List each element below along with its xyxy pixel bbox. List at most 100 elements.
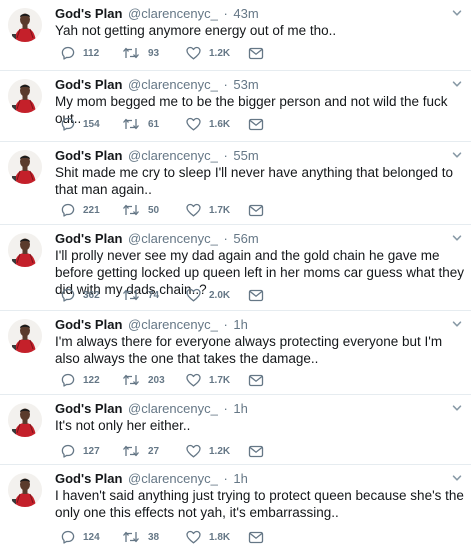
envelope-icon xyxy=(248,118,264,131)
display-name[interactable]: God's Plan xyxy=(55,317,122,332)
like-button[interactable]: 2.0K xyxy=(186,287,230,303)
chevron-down-icon[interactable] xyxy=(451,231,463,243)
user-handle[interactable]: @clarencenyc_ xyxy=(128,6,218,21)
like-count: 1.2K xyxy=(209,47,231,59)
chevron-down-icon[interactable] xyxy=(451,6,463,18)
envelope-icon xyxy=(248,47,264,60)
display-name[interactable]: God's Plan xyxy=(55,77,122,92)
tweet-header: God's Plan @clarencenyc_ · 43m xyxy=(55,6,259,22)
user-handle[interactable]: @clarencenyc_ xyxy=(128,231,218,246)
reply-icon xyxy=(61,46,75,60)
timestamp[interactable]: 53m xyxy=(233,77,258,92)
tweet[interactable]: God's Plan @clarencenyc_ · 53m My mom be… xyxy=(0,71,471,142)
separator-dot: · xyxy=(223,231,228,246)
direct-message-button[interactable] xyxy=(248,372,264,388)
envelope-icon xyxy=(248,289,264,302)
user-handle[interactable]: @clarencenyc_ xyxy=(128,401,218,416)
tweet-header: God's Plan @clarencenyc_ · 1h xyxy=(55,471,248,487)
retweet-button[interactable]: 74 xyxy=(122,287,159,303)
display-name[interactable]: God's Plan xyxy=(55,401,122,416)
separator-dot: · xyxy=(223,471,228,486)
tweet[interactable]: God's Plan @clarencenyc_ · 56m I'll prol… xyxy=(0,225,471,311)
timestamp[interactable]: 1h xyxy=(233,317,247,332)
like-button[interactable]: 1.8K xyxy=(186,529,230,545)
avatar[interactable] xyxy=(8,8,42,42)
like-button[interactable]: 1.7K xyxy=(186,202,230,218)
retweet-icon xyxy=(122,444,140,458)
avatar[interactable] xyxy=(8,319,42,353)
tweet[interactable]: God's Plan @clarencenyc_ · 43m Yah not g… xyxy=(0,0,471,71)
like-button[interactable]: 1.6K xyxy=(186,116,230,132)
like-button[interactable]: 1.7K xyxy=(186,372,230,388)
direct-message-button[interactable] xyxy=(248,287,264,303)
timestamp[interactable]: 43m xyxy=(233,6,258,21)
reply-button[interactable]: 122 xyxy=(61,372,100,388)
heart-icon xyxy=(186,373,201,387)
retweet-count: 50 xyxy=(148,204,160,216)
like-count: 1.2K xyxy=(209,445,231,457)
direct-message-button[interactable] xyxy=(248,116,264,132)
like-count: 1.6K xyxy=(209,118,231,130)
timestamp[interactable]: 56m xyxy=(233,231,258,246)
tweet-timeline: God's Plan @clarencenyc_ · 43m Yah not g… xyxy=(0,0,471,546)
display-name[interactable]: God's Plan xyxy=(55,471,122,486)
reply-button[interactable]: 154 xyxy=(61,116,100,132)
timestamp[interactable]: 55m xyxy=(233,148,258,163)
reply-button[interactable]: 362 xyxy=(61,287,100,303)
like-count: 1.7K xyxy=(209,374,231,386)
retweet-icon xyxy=(122,117,140,131)
chevron-down-icon[interactable] xyxy=(451,401,463,413)
separator-dot: · xyxy=(223,148,228,163)
retweet-button[interactable]: 50 xyxy=(122,202,159,218)
reply-icon xyxy=(61,203,75,217)
chevron-down-icon[interactable] xyxy=(451,77,463,89)
like-button[interactable]: 1.2K xyxy=(186,443,230,459)
timestamp[interactable]: 1h xyxy=(233,471,247,486)
retweet-count: 93 xyxy=(148,47,160,59)
user-handle[interactable]: @clarencenyc_ xyxy=(128,317,218,332)
reply-button[interactable]: 124 xyxy=(61,529,100,545)
reply-icon xyxy=(61,288,75,302)
reply-button[interactable]: 112 xyxy=(61,45,99,61)
display-name[interactable]: God's Plan xyxy=(55,148,122,163)
direct-message-button[interactable] xyxy=(248,529,264,545)
display-name[interactable]: God's Plan xyxy=(55,6,122,21)
chevron-down-icon[interactable] xyxy=(451,317,463,329)
tweet-text: I'm always there for everyone always pro… xyxy=(55,334,443,366)
reply-count: 112 xyxy=(83,47,100,59)
tweet[interactable]: God's Plan @clarencenyc_ · 1h It's not o… xyxy=(0,395,471,465)
avatar[interactable] xyxy=(8,403,42,437)
retweet-button[interactable]: 203 xyxy=(122,372,165,388)
retweet-button[interactable]: 27 xyxy=(122,443,159,459)
user-handle[interactable]: @clarencenyc_ xyxy=(128,148,218,163)
separator-dot: · xyxy=(223,77,228,92)
tweet[interactable]: God's Plan @clarencenyc_ · 1h I haven't … xyxy=(0,465,471,546)
direct-message-button[interactable] xyxy=(248,45,264,61)
timestamp[interactable]: 1h xyxy=(233,401,247,416)
chevron-down-icon[interactable] xyxy=(451,471,463,483)
retweet-button[interactable]: 61 xyxy=(122,116,159,132)
avatar[interactable] xyxy=(8,473,42,507)
avatar[interactable] xyxy=(8,79,42,113)
user-handle[interactable]: @clarencenyc_ xyxy=(128,471,218,486)
avatar[interactable] xyxy=(8,233,42,267)
user-handle[interactable]: @clarencenyc_ xyxy=(128,77,218,92)
tweet[interactable]: God's Plan @clarencenyc_ · 1h I'm always… xyxy=(0,311,471,395)
reply-count: 362 xyxy=(83,289,100,301)
direct-message-button[interactable] xyxy=(248,202,264,218)
retweet-button[interactable]: 38 xyxy=(122,529,159,545)
heart-icon xyxy=(186,530,201,544)
like-button[interactable]: 1.2K xyxy=(186,45,230,61)
reply-button[interactable]: 127 xyxy=(61,443,100,459)
tweet[interactable]: God's Plan @clarencenyc_ · 55m Shit made… xyxy=(0,142,471,225)
reply-button[interactable]: 221 xyxy=(61,202,100,218)
retweet-button[interactable]: 93 xyxy=(122,45,159,61)
chevron-down-icon[interactable] xyxy=(451,148,463,160)
reply-icon xyxy=(61,117,75,131)
direct-message-button[interactable] xyxy=(248,443,264,459)
tweet-actions: 122 203 1.7K xyxy=(55,372,295,388)
separator-dot: · xyxy=(223,401,228,416)
display-name[interactable]: God's Plan xyxy=(55,231,122,246)
avatar[interactable] xyxy=(8,150,42,184)
heart-icon xyxy=(186,117,201,131)
